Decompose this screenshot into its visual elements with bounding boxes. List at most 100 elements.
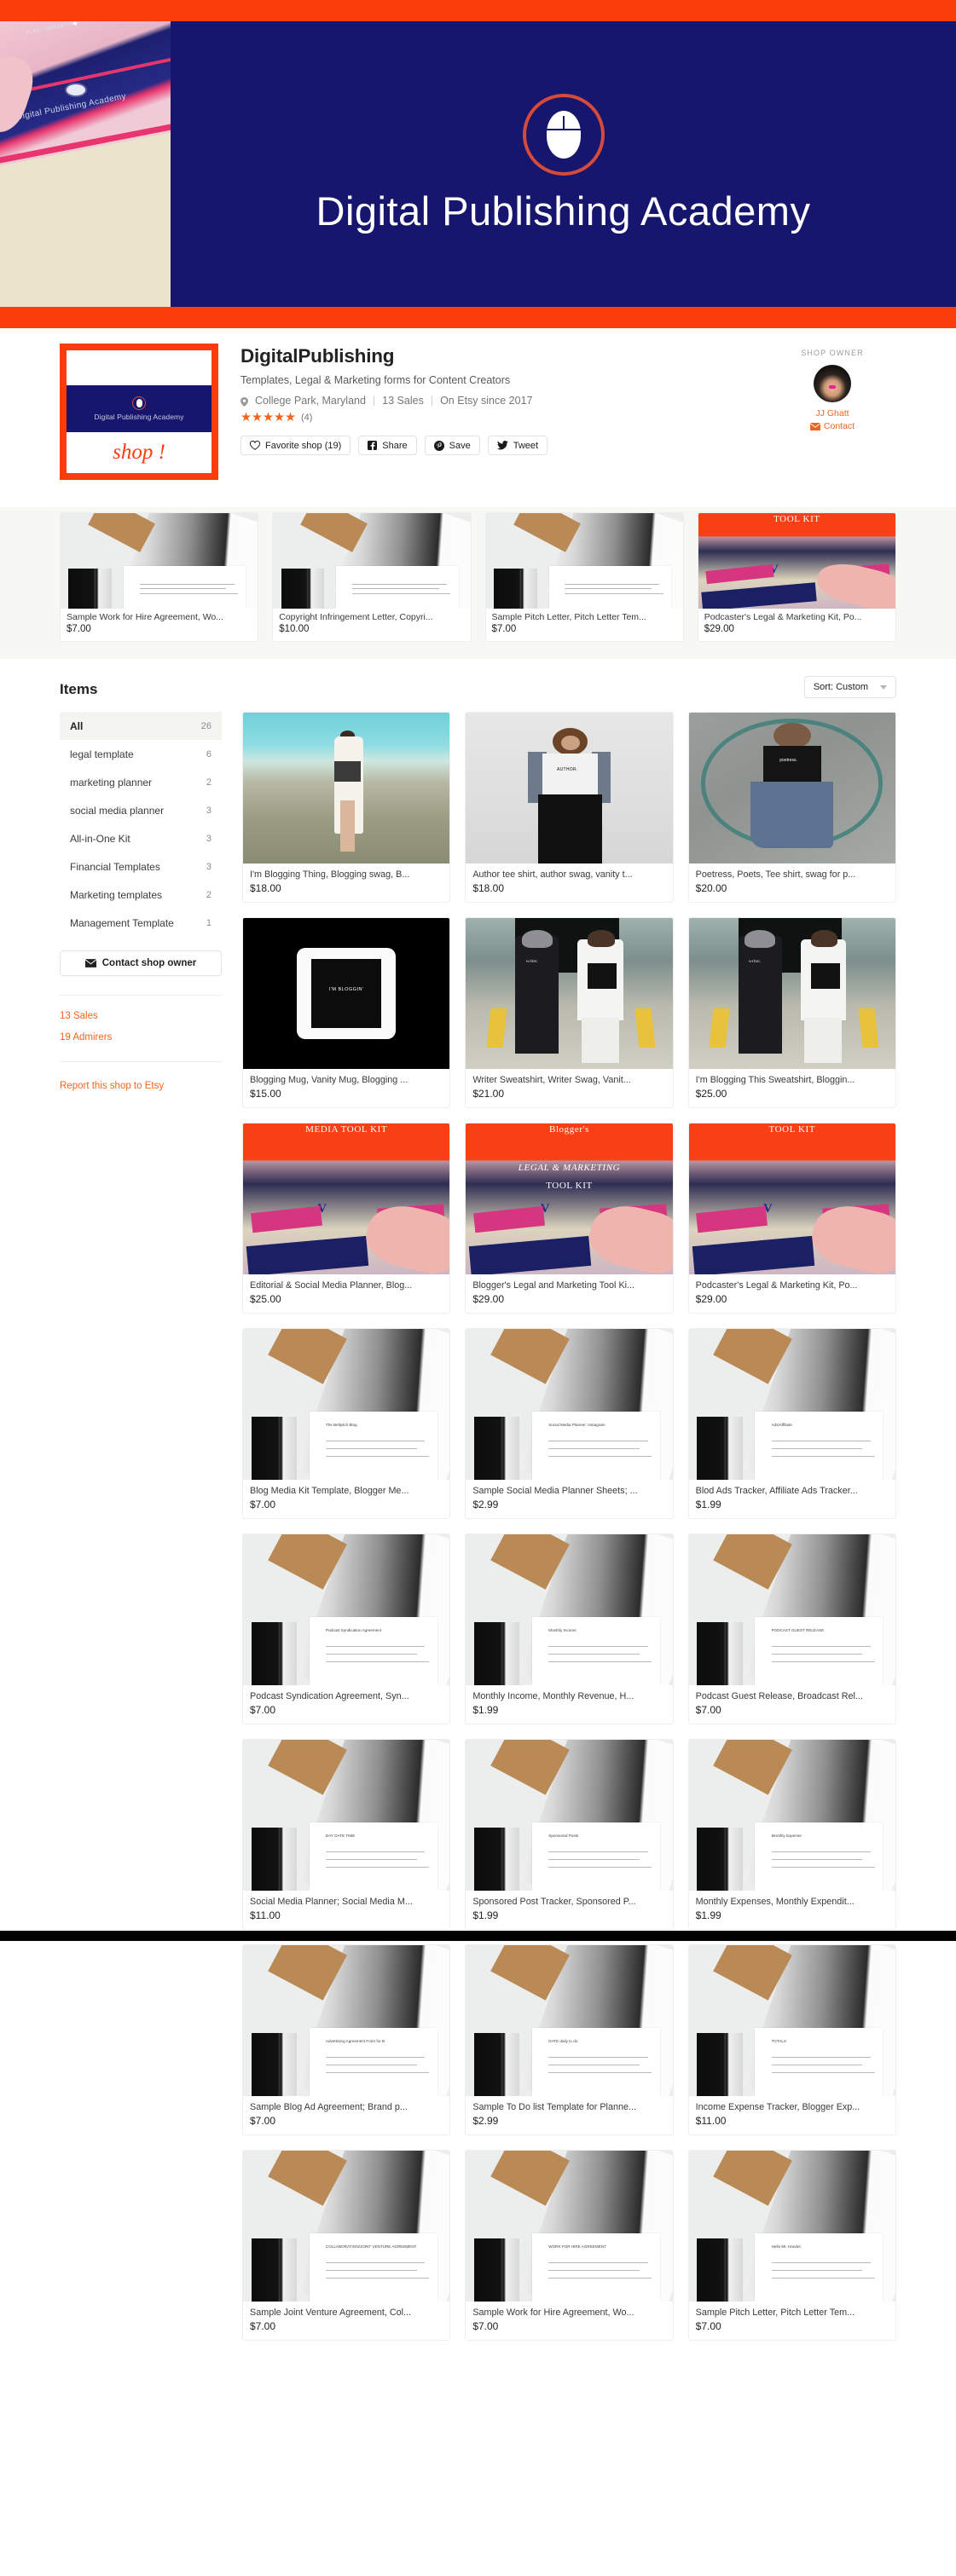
featured-item-card[interactable]: Copyright Infringement Letter, Copyri...… — [272, 512, 472, 642]
featured-item-meta: Sample Pitch Letter, Pitch Letter Tem...… — [486, 609, 683, 641]
category-count: 3 — [206, 805, 211, 816]
item-price: $11.00 — [695, 2115, 727, 2127]
product-photo: PODCAST GUEST RELEASE — [688, 1534, 895, 1685]
chevron-down-icon — [880, 684, 887, 690]
item-title: Sponsored Post Tracker, Sponsored P... — [472, 1897, 636, 1907]
facebook-icon — [368, 441, 378, 450]
item-card[interactable]: AUTHOR. Author tee shirt, author swag, v… — [465, 712, 674, 903]
item-card[interactable]: DATE daily to do Sample To Do list Templ… — [465, 1944, 674, 2135]
item-card[interactable]: Advertising Agreement Form for B Sample … — [242, 1944, 451, 2135]
screenshot-black-divider — [0, 1931, 956, 1941]
sidebar-category-marketing-planner[interactable]: marketing planner 2 — [60, 768, 222, 796]
item-card[interactable]: DAY DATE TIME Social Media Planner; Soci… — [242, 1739, 451, 1930]
featured-item-title: Podcaster's Legal & Marketing Kit, Po... — [704, 612, 862, 622]
item-card[interactable]: Social Media Planner: Instagram Sample S… — [465, 1328, 674, 1519]
item-card[interactable]: Podcast Syndication Agreement Podcast Sy… — [242, 1533, 451, 1724]
item-price: $2.99 — [472, 1499, 499, 1510]
item-card[interactable]: poetress. Poetress, Poets, Tee shirt, sw… — [687, 712, 896, 903]
sales-link[interactable]: 13 Sales — [60, 1011, 222, 1021]
shop-name: DigitalPublishing — [240, 345, 395, 367]
item-card[interactable]: I'm Blogging Thing, Blogging swag, B... … — [242, 712, 451, 903]
shop-action-buttons: Favorite shop (19) Share Save Tweet — [240, 436, 768, 455]
product-photo: WORK FOR HIRE AGREEMENT — [466, 2151, 673, 2302]
item-card[interactable]: Ads/Affiliate Blod Ads Tracker, Affiliat… — [687, 1328, 896, 1519]
shop-owner-name[interactable]: JJ Ghatt — [768, 408, 896, 419]
item-image: Ads/Affiliate — [688, 1329, 895, 1480]
item-title: Author tee shirt, author swag, vanity t.… — [472, 869, 633, 880]
item-image — [243, 713, 450, 863]
sidebar-category-all-in-one-kit[interactable]: All-in-One Kit 3 — [60, 824, 222, 852]
item-image: Podcast Syndication Agreement — [243, 1534, 450, 1685]
kit-title-text: TOOL KIT — [773, 514, 820, 524]
product-photo: The Bellyitch Blog — [243, 1329, 450, 1480]
sidebar-divider — [60, 1061, 222, 1062]
sort-dropdown[interactable]: Sort: Custom — [803, 676, 896, 698]
product-photo: Blogger's LEGAL & MARKETING TOOL KIT V — [466, 1123, 673, 1274]
item-card[interactable]: Monthly Income Monthly Income, Monthly R… — [465, 1533, 674, 1724]
product-photo: AUTHOR. — [466, 713, 673, 863]
items-grid: I'm Blogging Thing, Blogging swag, B... … — [242, 712, 896, 2341]
product-photo — [485, 513, 683, 609]
item-card[interactable]: PODCAST GUEST RELEASE Podcast Guest Rele… — [687, 1533, 896, 1724]
featured-item-card[interactable]: Sample Pitch Letter, Pitch Letter Tem...… — [484, 512, 684, 642]
sidebar-category-management-template[interactable]: Management Template 1 — [60, 909, 222, 937]
banner-red-stripe-bottom — [0, 307, 956, 328]
featured-item-card[interactable]: Sample Work for Hire Agreement, Wo... $7… — [60, 512, 259, 642]
product-photo: COLLABORATION/JOINT VENTURE AGREEMENT — [243, 2151, 450, 2302]
product-photo: Advertising Agreement Form for B — [243, 1945, 450, 2096]
item-price: $21.00 — [472, 1088, 505, 1100]
item-title: Writer Sweatshirt, Writer Swag, Vanit... — [472, 1075, 631, 1085]
item-card[interactable]: MEDIA TOOL KIT V Editorial & Social Medi… — [242, 1123, 451, 1314]
favorite-shop-label: Favorite shop (19) — [265, 440, 342, 451]
item-card[interactable]: The Bellyitch Blog Blog Media Kit Templa… — [242, 1328, 451, 1519]
item-image: I'M BLOGGIN' — [243, 918, 450, 1069]
product-photo: Ads/Affiliate — [688, 1329, 895, 1480]
item-title: Sample Blog Ad Agreement; Brand p... — [250, 2102, 408, 2112]
favorite-shop-button[interactable]: Favorite shop (19) — [240, 436, 351, 455]
pinterest-save-button[interactable]: Save — [424, 436, 480, 455]
product-photo: Monthly Expense — [688, 1740, 895, 1891]
featured-item-card[interactable]: TOOL KIT V Podcaster's Legal & Marketing… — [697, 512, 896, 642]
item-title: Podcast Syndication Agreement, Syn... — [250, 1691, 409, 1701]
item-card[interactable]: WORK FOR HIRE AGREEMENT Sample Work for … — [465, 2150, 674, 2341]
shop-rating[interactable]: ★★★★★ (4) — [240, 411, 768, 425]
item-card[interactable]: Monthly Expense Monthly Expenses, Monthl… — [687, 1739, 896, 1930]
item-image: DAY DATE TIME — [243, 1740, 450, 1891]
sidebar-category-legal-template[interactable]: legal template 6 — [60, 740, 222, 768]
report-shop-link[interactable]: Report this shop to Etsy — [60, 1081, 164, 1091]
item-title: Podcast Guest Release, Broadcast Rel... — [695, 1691, 863, 1701]
avatar[interactable] — [814, 365, 851, 402]
sidebar-category-social-media-planner[interactable]: social media planner 3 — [60, 796, 222, 824]
sidebar-category-financial-templates[interactable]: Financial Templates 3 — [60, 852, 222, 881]
item-card[interactable]: Sponsored Posts Sponsored Post Tracker, … — [465, 1739, 674, 1930]
banner-title: Digital Publishing Academy — [316, 188, 811, 234]
item-card[interactable]: TOOL KIT V Podcaster's Legal & Marketing… — [687, 1123, 896, 1314]
item-card[interactable]: writer. Writer Sweatshirt, Writer Swag, … — [465, 917, 674, 1108]
item-card[interactable]: TOTALS Income Expense Tracker, Blogger E… — [687, 1944, 896, 2135]
item-title: Editorial & Social Media Planner, Blog..… — [250, 1280, 413, 1291]
item-card[interactable]: Hello Mr. Handel, Sample Pitch Letter, P… — [687, 2150, 896, 2341]
item-price: $11.00 — [250, 1909, 281, 1921]
shop-header-band: Digital Publishing Academy shop ! Digita… — [0, 328, 956, 507]
item-image: MEDIA TOOL KIT V — [243, 1123, 450, 1274]
sidebar-category-all[interactable]: All 26 — [60, 712, 222, 740]
twitter-icon — [496, 441, 508, 450]
sidebar-category-marketing-templates[interactable]: Marketing templates 2 — [60, 881, 222, 909]
item-card[interactable]: writer. I'm Blogging This Sweatshirt, Bl… — [687, 917, 896, 1108]
facebook-share-button[interactable]: Share — [358, 436, 417, 455]
item-card[interactable]: Blogger's LEGAL & MARKETING TOOL KIT V Blo… — [465, 1123, 674, 1314]
contact-owner-link[interactable]: Contact — [768, 421, 896, 431]
contact-shop-owner-button[interactable]: Contact shop owner — [60, 950, 222, 976]
featured-item-price: $10.00 — [279, 624, 310, 634]
item-card[interactable]: I'M BLOGGIN' Blogging Mug, Vanity Mug, B… — [242, 917, 451, 1108]
admirers-link[interactable]: 19 Admirers — [60, 1032, 222, 1043]
item-card[interactable]: COLLABORATION/JOINT VENTURE AGREEMENT Sa… — [242, 2150, 451, 2341]
featured-item-meta: Podcaster's Legal & Marketing Kit, Po...… — [698, 609, 895, 641]
category-count: 2 — [206, 889, 211, 900]
item-price: $18.00 — [250, 882, 281, 894]
product-photo: Social Media Planner: Instagram — [466, 1329, 673, 1480]
item-title: I'm Blogging Thing, Blogging swag, B... — [250, 869, 410, 880]
item-image: TOOL KIT V — [688, 1123, 895, 1274]
sort-label: Sort: Custom — [813, 682, 868, 692]
twitter-tweet-button[interactable]: Tweet — [487, 436, 548, 455]
